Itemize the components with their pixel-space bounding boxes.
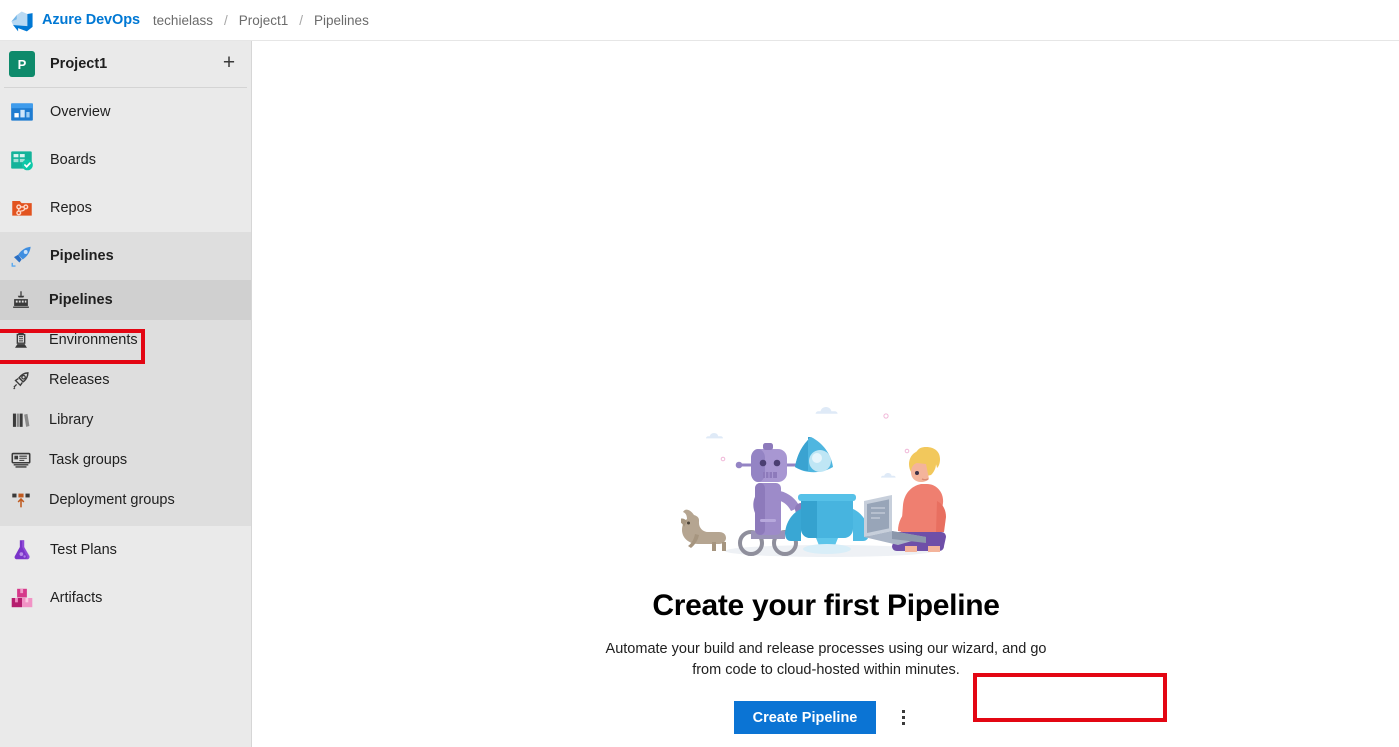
- kebab-dot: [901, 716, 905, 719]
- pipelines-subnav: Pipelines Environments Releases Library …: [0, 280, 251, 526]
- top-header: Azure DevOps techielass / Project1 / Pip…: [0, 0, 1399, 41]
- sidebar-subitem-label: Environments: [49, 332, 138, 348]
- sidebar-subitem-environments[interactable]: Environments: [0, 320, 251, 360]
- sidebar-subitem-library[interactable]: Library: [0, 400, 251, 440]
- task-list-icon: [11, 452, 31, 468]
- sidebar-subitem-pipelines[interactable]: Pipelines: [0, 280, 251, 320]
- sidebar-item-artifacts[interactable]: Artifacts: [0, 574, 251, 622]
- sidebar-item-label: Repos: [50, 200, 92, 216]
- breadcrumb-separator: /: [299, 12, 304, 28]
- page-subtitle: Automate your build and release processe…: [605, 641, 1047, 678]
- create-pipeline-button[interactable]: Create Pipeline: [733, 701, 877, 734]
- sidebar-subitem-label: Pipelines: [49, 292, 113, 308]
- cta-row: Create Pipeline: [733, 701, 919, 734]
- sidebar-item-label: Overview: [50, 104, 111, 120]
- breadcrumb-pipelines[interactable]: Pipelines: [314, 13, 369, 28]
- boards-icon: [11, 151, 33, 171]
- sidebar-item-overview[interactable]: Overview: [0, 88, 251, 136]
- rocket-icon: [13, 372, 29, 390]
- brand-name[interactable]: Azure DevOps: [42, 12, 140, 28]
- test-flask-icon: [14, 540, 30, 560]
- project-name: Project1: [50, 56, 108, 72]
- overview-icon: [11, 103, 33, 121]
- artifacts-boxes-icon: [11, 588, 33, 608]
- repos-icon: [12, 200, 32, 216]
- pipeline-factory-icon: [13, 291, 29, 308]
- sidebar-item-repos[interactable]: Repos: [0, 184, 251, 232]
- main-content: Create your first Pipeline Automate your…: [253, 41, 1399, 747]
- breadcrumb-organization[interactable]: techielass: [153, 13, 213, 28]
- kebab-menu-icon[interactable]: [888, 701, 918, 734]
- empty-state-hero: Create your first Pipeline Automate your…: [253, 41, 1399, 747]
- sidebar-item-label: Boards: [50, 152, 96, 168]
- sidebar-subitem-releases[interactable]: Releases: [0, 360, 251, 400]
- sidebar-subitem-label: Deployment groups: [49, 492, 175, 508]
- azure-devops-logo-icon[interactable]: [9, 7, 35, 33]
- sidebar: P Project1 + Overview Boards Repos Pipel…: [0, 41, 252, 747]
- sidebar-subitem-label: Task groups: [49, 452, 128, 468]
- sidebar-subitem-deployment-groups[interactable]: Deployment groups: [0, 480, 251, 520]
- server-tower-icon: [15, 331, 27, 348]
- kebab-dot: [901, 722, 905, 725]
- kebab-dot: [901, 710, 905, 713]
- breadcrumb-project[interactable]: Project1: [239, 13, 289, 28]
- sidebar-subitem-label: Releases: [49, 372, 110, 388]
- sidebar-item-label: Artifacts: [50, 590, 103, 606]
- sidebar-item-label: Pipelines: [50, 248, 114, 264]
- plus-icon[interactable]: +: [219, 52, 239, 74]
- project-header[interactable]: P Project1 +: [0, 41, 251, 87]
- pipelines-icon: [11, 246, 31, 267]
- breadcrumb-separator: /: [223, 12, 228, 28]
- sidebar-subitem-label: Library: [49, 412, 94, 428]
- sidebar-item-pipelines[interactable]: Pipelines: [0, 232, 251, 280]
- deployment-boxes-icon: [12, 493, 30, 508]
- page-title: Create your first Pipeline: [652, 589, 1000, 622]
- robot-rocket-illustration-icon: [681, 407, 946, 557]
- project-avatar: P: [9, 51, 35, 77]
- sidebar-item-label: Test Plans: [50, 542, 117, 558]
- sidebar-subitem-task-groups[interactable]: Task groups: [0, 440, 251, 480]
- sidebar-item-test-plans[interactable]: Test Plans: [0, 526, 251, 574]
- books-icon: [12, 413, 30, 427]
- sidebar-item-boards[interactable]: Boards: [0, 136, 251, 184]
